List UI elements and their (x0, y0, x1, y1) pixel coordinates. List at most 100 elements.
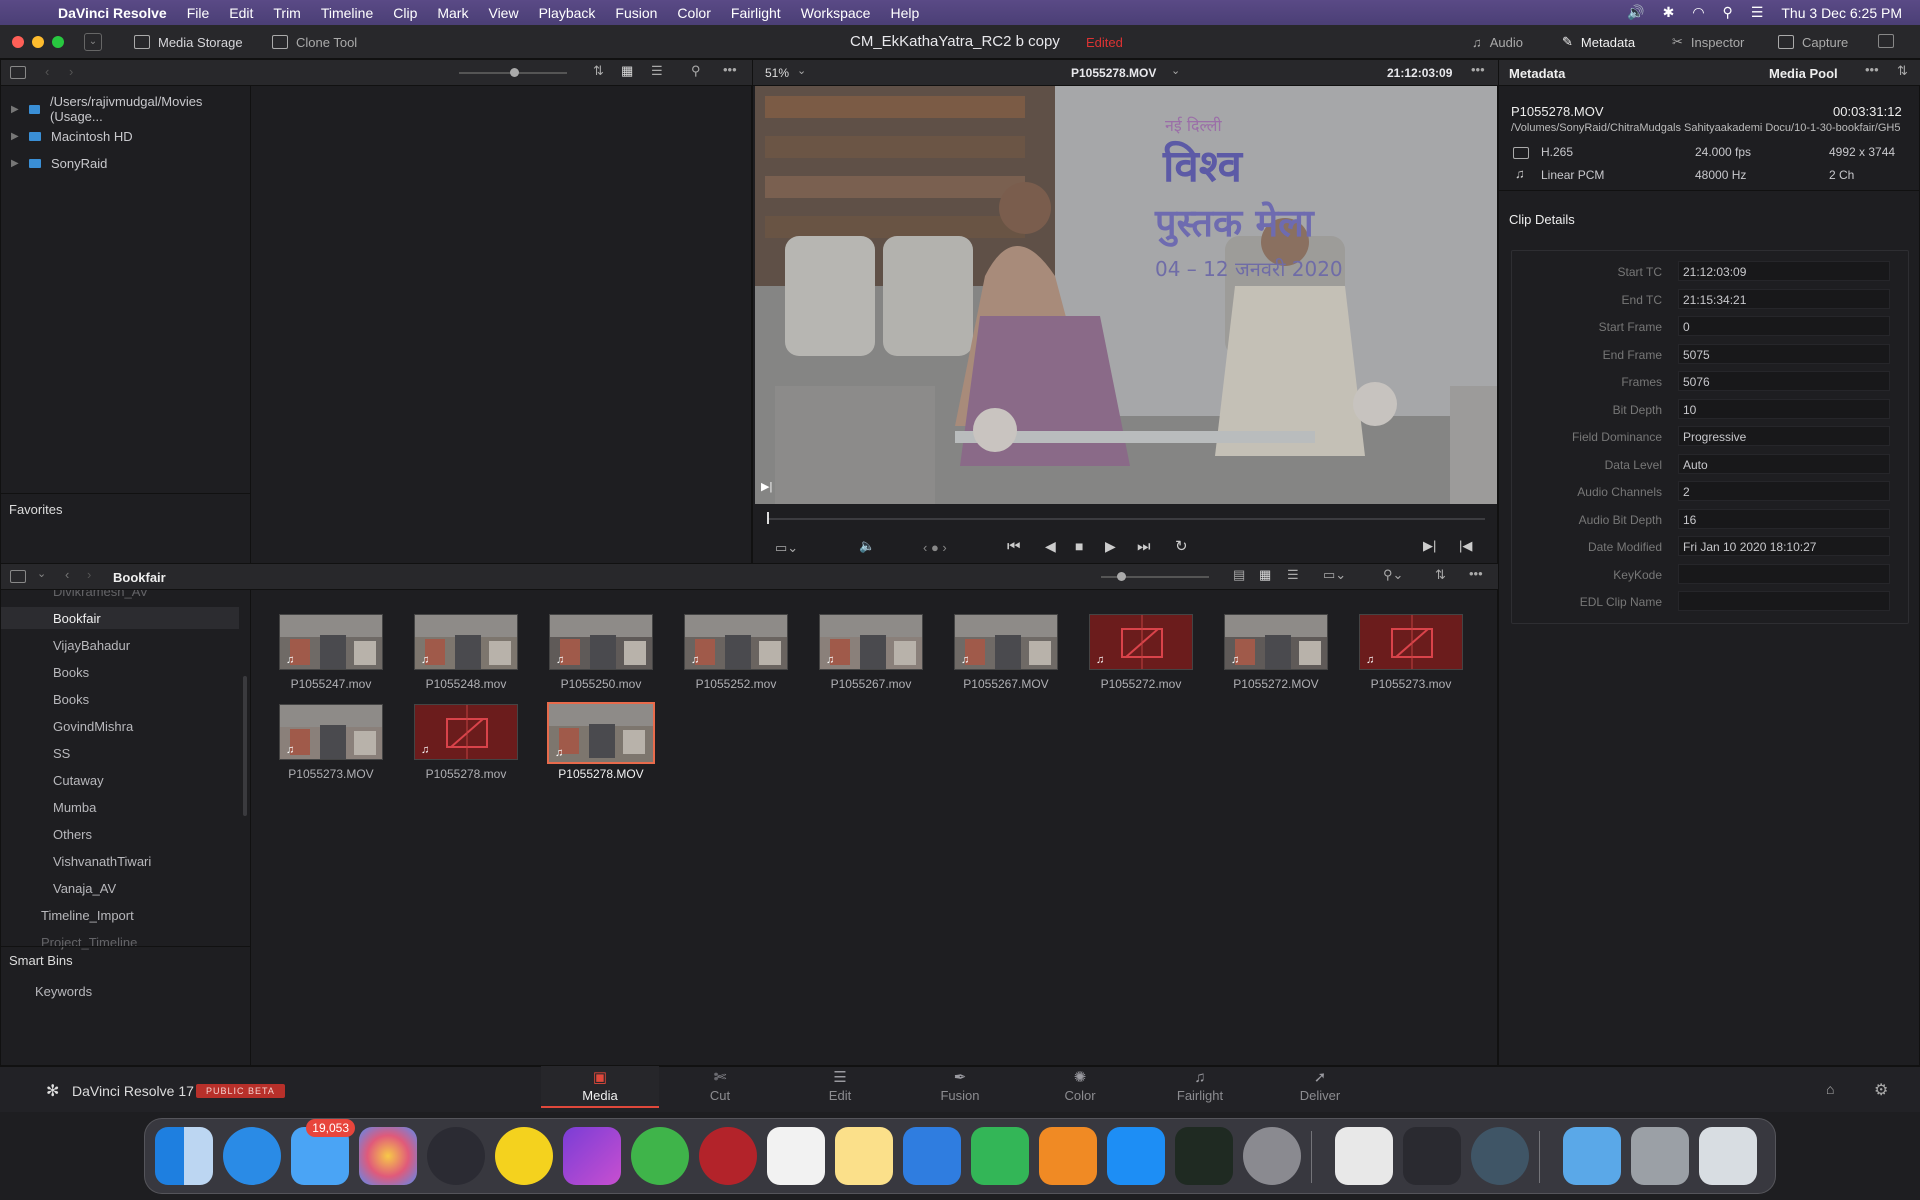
capture-toggle[interactable]: Capture (1778, 25, 1848, 59)
metadata-field-value[interactable] (1678, 591, 1890, 611)
quicktime-icon[interactable] (1471, 1127, 1529, 1185)
menu-app-name[interactable]: DaVinci Resolve (58, 5, 167, 21)
inspector-toggle[interactable]: ✂ Inspector (1672, 25, 1744, 59)
more-options-icon[interactable]: ••• (723, 62, 737, 77)
trash-icon[interactable] (1699, 1127, 1757, 1185)
menu-playback[interactable]: Playback (539, 5, 596, 21)
sort-icon[interactable]: ⇅ (593, 63, 604, 79)
page-deliver[interactable]: ➚ Deliver (1261, 1066, 1379, 1108)
chevron-right-icon[interactable]: ▶ (11, 104, 23, 115)
close-window-button[interactable] (12, 36, 24, 48)
search-icon[interactable]: ⚲ (691, 63, 701, 79)
more-options-icon[interactable]: ••• (1865, 62, 1879, 77)
affinity-photo-icon[interactable] (563, 1127, 621, 1185)
clip-item[interactable]: ♫ P1055248.mov (412, 614, 520, 694)
activity-monitor-icon[interactable] (1175, 1127, 1233, 1185)
zoom-window-button[interactable] (52, 36, 64, 48)
metadata-view-icon[interactable]: ▤ (1233, 567, 1245, 583)
volume-icon[interactable]: 🔊 (1627, 4, 1644, 21)
grid-view-icon[interactable]: ▦ (621, 63, 633, 79)
menu-fairlight[interactable]: Fairlight (731, 5, 781, 21)
slider-handle[interactable] (510, 68, 519, 77)
control-center-icon[interactable]: ☰ (1751, 4, 1764, 21)
bin-item[interactable]: Divikramesh_AV (1, 590, 239, 602)
clip-thumbnail[interactable]: ♫ (549, 614, 653, 670)
clip-thumbnail[interactable]: ♫ (279, 704, 383, 760)
slider-handle[interactable] (1117, 572, 1126, 581)
bin-item[interactable]: Mumba (1, 796, 239, 818)
more-options-icon[interactable]: ••• (1471, 62, 1485, 77)
clip-thumbnail[interactable]: ♫ (1224, 614, 1328, 670)
wifi-icon[interactable]: ◠ (1692, 4, 1704, 21)
bin-item[interactable]: Others (1, 823, 239, 845)
search-icon[interactable]: ⚲⌄ (1383, 567, 1403, 583)
menu-view[interactable]: View (488, 5, 518, 21)
app-icon-yellow[interactable] (495, 1127, 553, 1185)
app-icon-red[interactable] (699, 1127, 757, 1185)
filter-icon[interactable]: ▭⌄ (1323, 567, 1346, 583)
system-preferences-icon[interactable] (1243, 1127, 1301, 1185)
loop-icon[interactable]: ↻ (1175, 537, 1188, 555)
metadata-field-value[interactable]: 5076 (1678, 371, 1890, 391)
bin-item[interactable]: Project_Timeline (1, 931, 239, 953)
jog-icon[interactable]: ‹ ● › (923, 540, 947, 555)
media-pool-button[interactable]: Media Pool (1769, 66, 1838, 81)
home-icon[interactable]: ⌂ (1826, 1081, 1834, 1097)
play-icon[interactable]: ▶ (1105, 538, 1116, 555)
bin-item[interactable]: SS (1, 742, 239, 764)
clip-item[interactable]: ♫ P1055272.mov (1087, 614, 1195, 694)
chevron-down-icon[interactable]: ⌄ (1171, 64, 1180, 77)
menu-file[interactable]: File (187, 5, 210, 21)
chevron-right-icon[interactable]: ▶ (11, 158, 23, 169)
menu-clip[interactable]: Clip (393, 5, 417, 21)
grid-view-icon[interactable]: ▦ (1259, 567, 1271, 583)
clip-thumbnail[interactable]: ♫ (547, 702, 655, 764)
clip-thumbnail[interactable]: ♫ (684, 614, 788, 670)
chevron-down-icon[interactable]: ⌄ (797, 64, 806, 77)
finder-icon[interactable] (155, 1127, 213, 1185)
zoom-level[interactable]: 51% (765, 66, 789, 80)
storage-location-movies[interactable]: ▶ /Users/rajivmudgal/Movies (Usage... (1, 94, 250, 124)
app-icon-green[interactable] (631, 1127, 689, 1185)
app-store-icon[interactable] (1107, 1127, 1165, 1185)
final-cut-icon[interactable] (1403, 1127, 1461, 1185)
menu-timeline[interactable]: Timeline (321, 5, 373, 21)
audio-toggle[interactable]: ♫ Audio (1472, 25, 1523, 59)
display-options-icon[interactable]: ▭⌄ (775, 540, 798, 556)
clip-thumbnail[interactable]: ♫ (954, 614, 1058, 670)
offline-media-thumbnail[interactable]: ♫ (1359, 614, 1463, 670)
chevron-down-icon[interactable]: ⌄ (84, 33, 102, 51)
go-to-end-icon[interactable]: ⏭ (1137, 538, 1151, 555)
textedit-icon[interactable] (1335, 1127, 1393, 1185)
bin-item[interactable]: VishvanathTiwari (1, 850, 239, 872)
bin-item[interactable]: Books (1, 661, 239, 683)
sort-icon[interactable]: ⇅ (1897, 63, 1908, 79)
sort-icon[interactable]: ⇅ (1435, 567, 1446, 583)
metadata-field-value[interactable]: 2 (1678, 481, 1890, 501)
menu-trim[interactable]: Trim (273, 5, 300, 21)
bin-item[interactable]: Vanaja_AV (1, 877, 239, 899)
clip-item[interactable]: ♫ P1055247.mov (277, 614, 385, 694)
menu-edit[interactable]: Edit (229, 5, 253, 21)
back-icon[interactable]: ‹ (45, 64, 49, 79)
fullscreen-icon[interactable] (1878, 34, 1894, 48)
page-fairlight[interactable]: ♫ Fairlight (1141, 1066, 1259, 1108)
safari-icon[interactable] (223, 1127, 281, 1185)
back-icon[interactable]: ‹ (65, 567, 69, 582)
clone-tool-toggle[interactable]: Clone Tool (272, 25, 357, 59)
page-edit[interactable]: ☰ Edit (781, 1066, 899, 1108)
clip-item[interactable]: ♫ P1055272.MOV (1222, 614, 1330, 694)
metadata-field-value[interactable]: 0 (1678, 316, 1890, 336)
bin-item[interactable]: Books (1, 688, 239, 710)
page-media[interactable]: ▣ Media (541, 1066, 659, 1108)
metadata-field-value[interactable]: Fri Jan 10 2020 18:10:27 (1678, 536, 1890, 556)
menu-color[interactable]: Color (677, 5, 710, 21)
storage-location-sonyraid[interactable]: ▶ SonyRaid (1, 152, 107, 174)
chevron-right-icon[interactable]: ▶ (11, 131, 23, 142)
menu-fusion[interactable]: Fusion (615, 5, 657, 21)
metadata-field-value[interactable]: 10 (1678, 398, 1890, 419)
bin-item[interactable]: VijayBahadur (1, 634, 239, 656)
menu-workspace[interactable]: Workspace (801, 5, 871, 21)
media-storage-toggle[interactable]: Media Storage (134, 25, 243, 59)
clip-item[interactable]: ♫ P1055278.mov (412, 704, 520, 784)
